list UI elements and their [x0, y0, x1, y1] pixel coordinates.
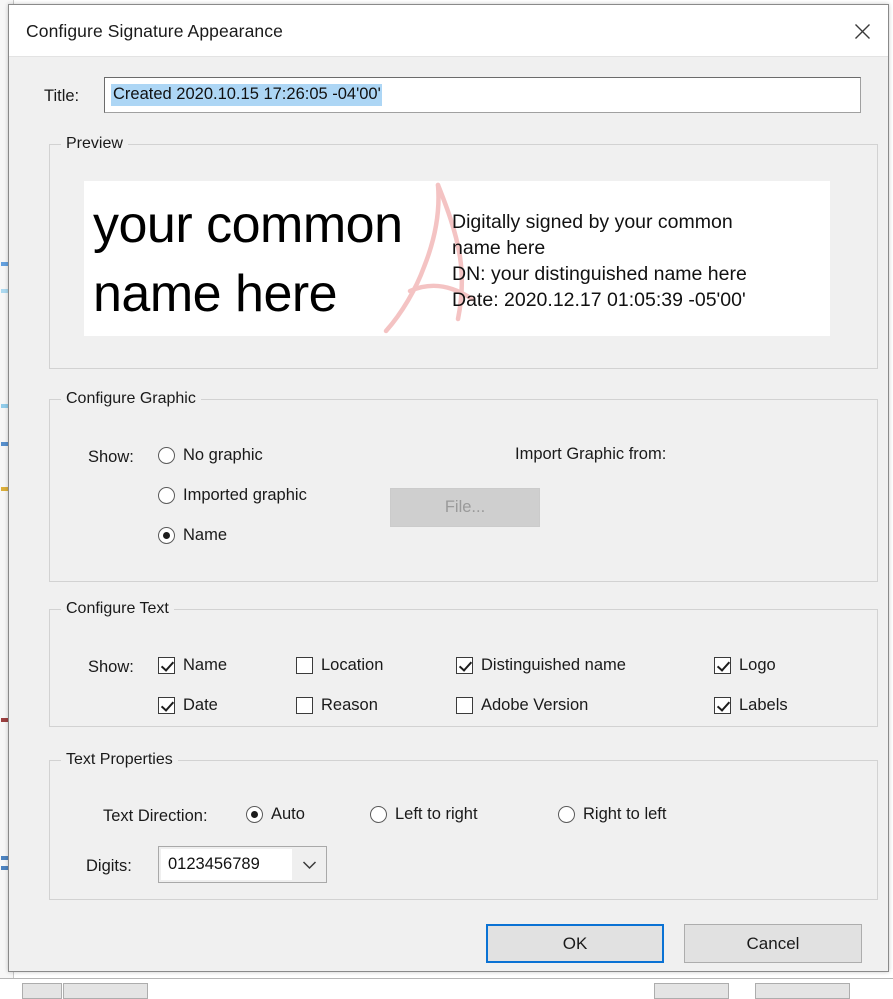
radio-label: Auto [271, 805, 305, 824]
preview-group-legend: Preview [61, 135, 128, 153]
radio-label: Left to right [395, 805, 478, 824]
configure-text-legend: Configure Text [61, 600, 174, 618]
checkbox-indicator [456, 657, 473, 674]
checkbox-indicator [296, 657, 313, 674]
checkbox-indicator [714, 697, 731, 714]
checkbox-label: Distinguished name [481, 656, 626, 675]
preview-detail-line: name here [452, 235, 824, 261]
checkbox-indicator [296, 697, 313, 714]
preview-detail-line: Date: 2020.12.17 01:05:39 -05'00' [452, 287, 824, 313]
checkbox-indicator [158, 657, 175, 674]
checkbox-indicator [456, 697, 473, 714]
radio-direction-right-to-left[interactable]: Right to left [558, 805, 666, 824]
configure-graphic-legend: Configure Graphic [61, 390, 201, 408]
text-direction-label: Text Direction: [103, 807, 208, 826]
title-field-row: Title: Created 2020.10.15 17:26:05 -04'0… [9, 77, 888, 117]
configure-text-group: Configure Text Show: Name Location Disti… [49, 609, 878, 727]
radio-indicator [158, 527, 175, 544]
radio-indicator [558, 806, 575, 823]
preview-detail-lines: Digitally signed by your common name her… [452, 209, 824, 314]
radio-label: No graphic [183, 446, 263, 465]
preview-common-name: your common name here [93, 191, 453, 328]
digits-label: Digits: [86, 857, 132, 876]
radio-label: Right to left [583, 805, 666, 824]
checkbox-label: Reason [321, 696, 378, 715]
background-toolbar-button [755, 983, 850, 999]
radio-indicator [158, 447, 175, 464]
checkbox-labels[interactable]: Labels [714, 696, 788, 715]
import-graphic-label: Import Graphic from: [515, 445, 666, 464]
background-toolbar-button [63, 983, 148, 999]
preview-detail-line: DN: your distinguished name here [452, 261, 824, 287]
dialog-title: Configure Signature Appearance [26, 21, 283, 42]
text-properties-legend: Text Properties [61, 751, 178, 769]
checkbox-distinguished-name[interactable]: Distinguished name [456, 656, 626, 675]
checkbox-indicator [158, 697, 175, 714]
checkbox-name[interactable]: Name [158, 656, 227, 675]
configure-signature-appearance-dialog: Configure Signature Appearance Title: Cr… [8, 4, 889, 972]
text-properties-group: Text Properties Text Direction: Auto Lef… [49, 760, 878, 900]
checkbox-label: Labels [739, 696, 788, 715]
ok-button[interactable]: OK [486, 924, 664, 963]
radio-indicator [246, 806, 263, 823]
title-input[interactable]: Created 2020.10.15 17:26:05 -04'00' [104, 77, 861, 113]
checkbox-adobe-version[interactable]: Adobe Version [456, 696, 588, 715]
radio-no-graphic[interactable]: No graphic [158, 446, 263, 465]
checkbox-logo[interactable]: Logo [714, 656, 776, 675]
radio-name[interactable]: Name [158, 526, 227, 545]
checkbox-location[interactable]: Location [296, 656, 383, 675]
configure-graphic-group: Configure Graphic Show: No graphic Impor… [49, 399, 878, 582]
title-input-value: Created 2020.10.15 17:26:05 -04'00' [111, 84, 382, 106]
radio-label: Imported graphic [183, 486, 307, 505]
title-label: Title: [44, 87, 79, 106]
cancel-button[interactable]: Cancel [684, 924, 862, 963]
digits-selected-value: 0123456789 [161, 849, 292, 880]
radio-indicator [370, 806, 387, 823]
preview-group: Preview your common name here Digitally … [49, 144, 878, 369]
radio-direction-auto[interactable]: Auto [246, 805, 305, 824]
checkbox-reason[interactable]: Reason [296, 696, 378, 715]
checkbox-label: Name [183, 656, 227, 675]
dialog-titlebar: Configure Signature Appearance [9, 5, 888, 57]
checkbox-label: Adobe Version [481, 696, 588, 715]
radio-imported-graphic[interactable]: Imported graphic [158, 486, 307, 505]
digits-dropdown[interactable]: 0123456789 [158, 846, 327, 883]
graphic-show-label: Show: [88, 448, 134, 467]
file-button[interactable]: File... [390, 488, 540, 527]
checkbox-label: Date [183, 696, 218, 715]
close-icon[interactable] [836, 5, 888, 57]
background-toolbar-button [22, 983, 62, 999]
text-show-label: Show: [88, 658, 134, 677]
preview-detail-line: Digitally signed by your common [452, 209, 824, 235]
checkbox-date[interactable]: Date [158, 696, 218, 715]
signature-preview-canvas: your common name here Digitally signed b… [84, 181, 830, 336]
radio-indicator [158, 487, 175, 504]
chevron-down-icon [292, 847, 326, 882]
radio-label: Name [183, 526, 227, 545]
checkbox-label: Location [321, 656, 383, 675]
radio-direction-left-to-right[interactable]: Left to right [370, 805, 478, 824]
checkbox-indicator [714, 657, 731, 674]
checkbox-label: Logo [739, 656, 776, 675]
background-toolbar-button [654, 983, 729, 999]
